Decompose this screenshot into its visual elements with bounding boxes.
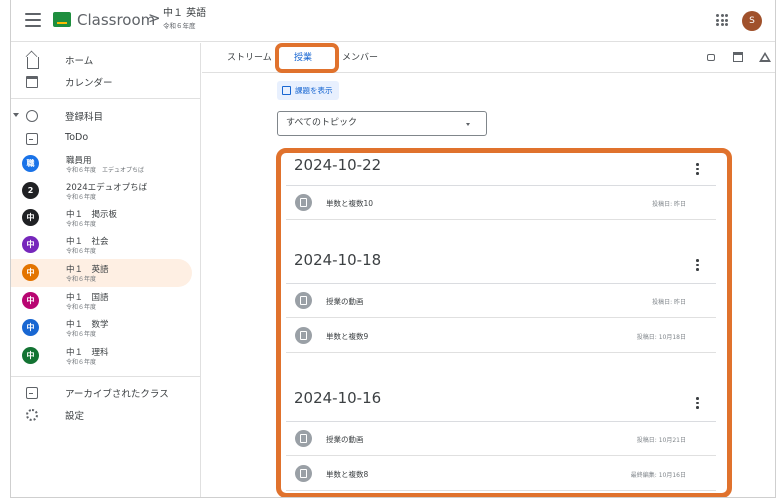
sidebar-course-1[interactable]: 2 2024エデュオプちば 令和６年度 [11,177,192,205]
calendar-icon[interactable] [733,52,743,62]
course-sub: 令和６年度 [66,276,97,283]
account-avatar[interactable]: S [742,11,762,31]
sidebar-item-settings[interactable]: 設定 [11,403,192,427]
topic-title[interactable]: 2024-10-18 [294,251,381,269]
breadcrumb-class-name: 中１ 英語 [163,8,207,19]
item-title: 単数と複数9 [326,332,369,341]
course-avatar: 中 [22,209,39,226]
material-icon [295,430,312,447]
view-assignments-button[interactable]: 課題を表示 [277,81,339,100]
course-sub: 令和６年度 エデュオプちば [66,167,145,174]
sidebar-item-home[interactable]: ホーム [11,48,192,72]
dropdown-arrow-icon [466,123,470,126]
classroom-logo-icon [53,12,71,27]
caret-down-icon [13,113,19,117]
main-menu-icon[interactable] [25,13,41,27]
item-title: 単数と複数10 [326,199,374,208]
sidebar-item-calendar[interactable]: カレンダー [11,70,192,94]
course-avatar: 2 [22,182,39,199]
course-avatar: 中 [22,264,39,281]
course-avatar: 中 [22,236,39,253]
course-sub: 令和６年度 [66,331,97,338]
top-bar: Classroom > 中１ 英語 令和６年度 S [11,0,775,42]
sidebar-item-todo[interactable]: ToDo [11,127,192,151]
gear-icon [26,409,38,421]
list-item[interactable]: 単数と複数9 投稿日: 10月18日 [286,319,716,353]
sidebar-item-archived[interactable]: アーカイブされたクラス [11,381,192,405]
sidebar-item-label: ホーム [65,56,94,67]
todo-icon [26,133,38,145]
highlight-box-tab [275,43,339,73]
more-vert-icon[interactable] [696,259,699,273]
sidebar-item-label: 設定 [65,411,85,422]
sidebar-item-label: カレンダー [65,78,113,89]
item-title: 単数と複数8 [326,470,369,479]
drive-folder-icon[interactable] [759,52,771,62]
material-icon [295,465,312,482]
meet-video-icon[interactable] [707,54,715,61]
course-sub: 令和６年度 [66,248,97,255]
view-assignments-label: 課題を表示 [295,86,333,95]
sidebar-item-label: アーカイブされたクラス [65,389,169,400]
sidebar-item-label: ToDo [65,132,89,143]
class-tabs: ストリーム 授業 メンバー [202,43,775,73]
course-avatar: 中 [22,292,39,309]
more-vert-icon[interactable] [696,397,699,411]
course-avatar: 中 [22,319,39,336]
course-sub: 令和６年度 [66,221,97,228]
item-title: 授業の動画 [326,435,364,444]
sidebar-course-3[interactable]: 中 中１ 社会 令和６年度 [11,231,192,259]
sidebar-item-label: 登録科目 [65,112,104,123]
app-title[interactable]: Classroom [77,11,155,29]
sidebar-course-2[interactable]: 中 中１ 掲示板 令和６年度 [11,204,192,232]
item-title: 授業の動画 [326,297,364,306]
home-icon [27,57,39,69]
sidebar-course-5[interactable]: 中 中１ 国語 令和６年度 [11,287,192,315]
apps-grid-icon[interactable] [716,14,728,26]
calendar-icon [26,76,38,88]
item-date: 投稿日: 昨日 [652,299,686,306]
highlight-box-topics: 2024-10-22 単数と複数10 投稿日: 昨日 2024-10-18 授業… [276,148,732,497]
breadcrumb-class-sub: 令和６年度 [163,22,196,30]
main-content: ストリーム 授業 メンバー 課題を表示 すべてのトピック 2024-10-22 [202,43,775,497]
archive-icon [26,387,38,399]
material-icon [295,327,312,344]
sidebar-item-enrolled[interactable]: 登録科目 [11,104,192,128]
breadcrumb-class[interactable]: 中１ 英語 令和６年度 [163,7,206,33]
item-date: 投稿日: 10月21日 [636,437,686,444]
course-sub: 令和６年度 [66,304,97,311]
item-date: 投稿日: 昨日 [652,201,686,208]
graduation-cap-icon [26,110,38,122]
sidebar-divider [11,98,200,99]
list-item[interactable]: 単数と複数10 投稿日: 昨日 [286,186,716,220]
topic-title[interactable]: 2024-10-22 [294,156,381,174]
tab-stream[interactable]: ストリーム [227,50,272,63]
sidebar-course-4[interactable]: 中 中１ 英語 令和６年度 [11,259,192,287]
app-window: Classroom > 中１ 英語 令和６年度 S ホーム カレンダー 登録科目… [10,0,776,498]
more-vert-icon[interactable] [696,163,699,177]
sidebar: ホーム カレンダー 登録科目 ToDo 職 職員用 令和６年度 エデュオプちば … [11,43,201,497]
course-sub: 令和６年度 [66,359,97,366]
topic-filter-select[interactable]: すべてのトピック [277,111,487,136]
item-date: 投稿日: 10月18日 [636,334,686,341]
topic-filter-value: すべてのトピック [286,118,358,128]
breadcrumb-separator: > [148,9,161,27]
tab-people[interactable]: メンバー [342,50,378,63]
course-avatar: 中 [22,347,39,364]
course-avatar: 職 [22,155,39,172]
sidebar-divider [11,376,200,377]
list-item[interactable]: 授業の動画 投稿日: 10月21日 [286,422,716,456]
sidebar-course-7[interactable]: 中 中１ 理科 令和６年度 [11,342,192,370]
material-icon [295,292,312,309]
item-date: 最終編集: 10月16日 [630,472,686,479]
list-item[interactable]: 単数と複数8 最終編集: 10月16日 [286,457,716,491]
material-icon [295,194,312,211]
list-item[interactable]: 授業の動画 投稿日: 昨日 [286,284,716,318]
sidebar-course-0[interactable]: 職 職員用 令和６年度 エデュオプちば [11,150,192,178]
topic-title[interactable]: 2024-10-16 [294,389,381,407]
sidebar-course-6[interactable]: 中 中１ 数学 令和６年度 [11,314,192,342]
course-sub: 令和６年度 [66,194,97,201]
assignment-icon [282,86,291,95]
